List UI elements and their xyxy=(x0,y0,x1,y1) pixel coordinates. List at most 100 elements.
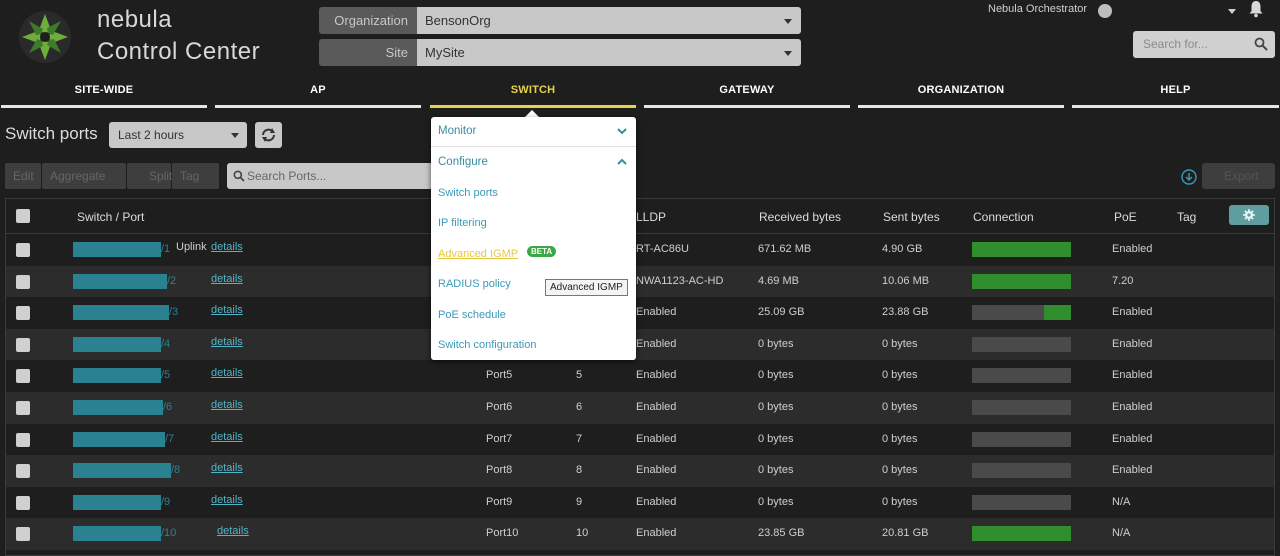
port-index: /7 xyxy=(165,432,175,445)
table-row[interactable]: /10 details Port10 10 Enabled 23.85 GB 20.81 G… xyxy=(6,518,1274,550)
row-checkbox[interactable] xyxy=(16,432,30,447)
header-switch-port[interactable]: Switch / Port xyxy=(77,210,144,224)
organization-select[interactable]: Organization BensonOrg xyxy=(319,7,801,34)
switch-name-redacted xyxy=(73,431,165,447)
row-checkbox[interactable] xyxy=(16,274,30,289)
organization-value[interactable]: BensonOrg xyxy=(417,7,801,34)
table-row[interactable]: /3 details Enabled 25.09 GB 23.88 GB Enabled xyxy=(6,297,1274,329)
tag-button[interactable]: Tag xyxy=(172,163,219,189)
details-link[interactable]: details xyxy=(211,494,243,506)
menu-item-poe-schedule[interactable]: PoE schedule xyxy=(438,309,506,321)
lldp-value: Enabled xyxy=(636,401,677,413)
tab-gateway[interactable]: GATEWAY xyxy=(644,84,850,108)
row-checkbox[interactable] xyxy=(16,527,30,542)
site-value-text: MySite xyxy=(425,45,465,60)
refresh-icon[interactable] xyxy=(255,122,282,148)
menu-item-radius-policy[interactable]: RADIUS policy xyxy=(438,278,511,290)
header-poe[interactable]: PoE xyxy=(1114,210,1137,224)
header-connection[interactable]: Connection xyxy=(973,210,1034,224)
details-link[interactable]: details xyxy=(211,336,243,348)
switch-name-redacted xyxy=(73,463,171,479)
port-index: /3 xyxy=(169,306,179,319)
port-index: /6 xyxy=(163,401,173,413)
switch-name-redacted xyxy=(73,494,161,510)
port-index: /9 xyxy=(161,495,171,508)
details-link[interactable]: details xyxy=(211,431,243,443)
details-link[interactable]: details xyxy=(211,304,243,316)
table-row[interactable]: /5 details Port5 5 Enabled 0 bytes 0 bytes Enab… xyxy=(6,360,1274,392)
table-row[interactable]: /4 details Enabled 0 bytes 0 bytes Enabled xyxy=(6,328,1274,361)
row-checkbox[interactable] xyxy=(16,243,30,257)
table-row[interactable]: /8 details Port8 8 Enabled 0 bytes 0 bytes Enab… xyxy=(6,455,1274,487)
menu-item-switch-configuration[interactable]: Switch configuration xyxy=(438,339,536,351)
row-checkbox[interactable] xyxy=(16,401,30,415)
chevron-down-icon xyxy=(231,133,239,138)
organization-label: Organization xyxy=(319,7,417,34)
chevron-down-icon[interactable] xyxy=(1228,9,1236,14)
search-ports-input[interactable]: Search Ports... xyxy=(227,163,437,189)
poe-value: Enabled xyxy=(1112,432,1153,445)
column-settings-button[interactable] xyxy=(1229,205,1269,225)
site-select[interactable]: Site MySite xyxy=(319,39,801,66)
lldp-value: NWA1123-AC-HD xyxy=(636,274,724,287)
details-link[interactable]: details xyxy=(211,241,243,253)
received-bytes: 0 bytes xyxy=(758,495,794,508)
global-search-input[interactable]: Search for... xyxy=(1133,31,1275,58)
row-checkbox[interactable] xyxy=(16,306,30,321)
connection-bar xyxy=(972,336,1071,352)
table-row[interactable]: /1 Uplink details RT-AC86U 671.62 MB 4.90 GB E… xyxy=(6,234,1274,266)
connection-bar xyxy=(972,526,1071,542)
search-ports-placeholder: Search Ports... xyxy=(247,169,327,183)
port-index: /5 xyxy=(161,369,171,382)
header-tag[interactable]: Tag xyxy=(1177,210,1196,224)
beta-badge: BETA xyxy=(527,246,557,257)
menu-item-switch-ports[interactable]: Switch ports xyxy=(438,187,498,199)
details-link[interactable]: details xyxy=(211,399,243,411)
header-sent-bytes[interactable]: Sent bytes xyxy=(883,210,940,224)
connection-bar xyxy=(972,463,1071,479)
menu-section-monitor[interactable]: Monitor xyxy=(438,125,476,137)
tab-ap[interactable]: AP xyxy=(215,84,421,108)
header-lldp[interactable]: LLDP xyxy=(636,210,666,224)
select-all-checkbox[interactable] xyxy=(16,209,30,223)
site-value[interactable]: MySite xyxy=(417,39,801,66)
tab-site-wide[interactable]: SITE-WIDE xyxy=(1,84,207,108)
avatar[interactable] xyxy=(1098,4,1112,18)
table-row[interactable]: /6 details Port6 6 Enabled 0 bytes 0 bytes Enab… xyxy=(6,392,1274,424)
time-range-select[interactable]: Last 2 hours xyxy=(109,122,247,148)
row-checkbox[interactable] xyxy=(16,495,30,510)
bell-icon[interactable] xyxy=(1247,0,1265,18)
menu-divider xyxy=(431,146,636,147)
header-received-bytes[interactable]: Received bytes xyxy=(759,210,841,224)
menu-section-configure[interactable]: Configure xyxy=(438,156,488,168)
details-link[interactable]: details xyxy=(211,367,243,379)
table-row[interactable]: /9 details Port9 9 Enabled 0 bytes 0 bytes N/A xyxy=(6,486,1274,519)
details-link[interactable]: details xyxy=(211,462,243,474)
details-link[interactable]: details xyxy=(211,273,243,285)
details-link[interactable]: details xyxy=(217,525,249,537)
chevron-up-icon[interactable] xyxy=(617,158,627,166)
row-checkbox[interactable] xyxy=(16,337,30,352)
edit-button[interactable]: Edit xyxy=(5,163,41,189)
tab-switch[interactable]: SWITCH xyxy=(430,84,636,108)
chevron-down-icon[interactable] xyxy=(617,127,627,135)
lldp-value: Enabled xyxy=(636,527,677,540)
export-button[interactable]: Export xyxy=(1202,163,1275,189)
search-icon[interactable] xyxy=(1254,37,1268,51)
port-index: /8 xyxy=(171,464,181,477)
tab-help[interactable]: HELP xyxy=(1072,84,1279,108)
split-button[interactable]: Split xyxy=(127,163,172,189)
menu-item-advanced-igmp[interactable]: Advanced IGMP xyxy=(438,248,518,260)
connection-fill xyxy=(1044,305,1071,321)
tab-organization[interactable]: ORGANIZATION xyxy=(858,84,1064,108)
row-checkbox[interactable] xyxy=(16,369,30,384)
row-checkbox[interactable] xyxy=(16,464,30,479)
menu-item-ip-filtering[interactable]: IP filtering xyxy=(438,217,487,229)
poe-value: Enabled xyxy=(1112,464,1153,477)
aggregate-button[interactable]: Aggregate xyxy=(42,163,126,189)
connection-bar xyxy=(972,400,1071,415)
table-row[interactable]: /2 details NWA1123-AC-HD 4.69 MB 10.06 MB 7.2… xyxy=(6,265,1274,298)
table-row[interactable]: /7 details Port7 7 Enabled 0 bytes 0 bytes Enab… xyxy=(6,423,1274,456)
download-icon[interactable] xyxy=(1181,169,1197,185)
user-name[interactable]: Nebula Orchestrator xyxy=(988,3,1087,15)
